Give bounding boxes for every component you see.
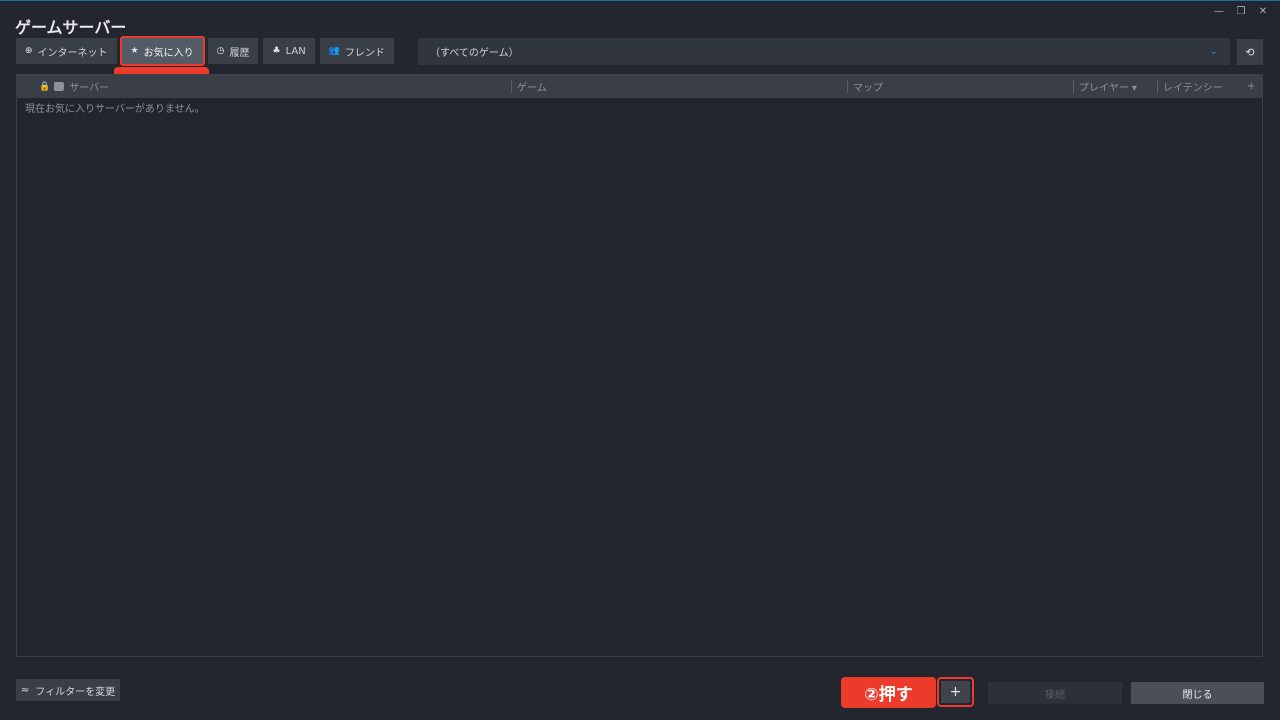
- refresh-button[interactable]: ⟲: [1237, 39, 1263, 65]
- game-filter-value: （すべてのゲーム）: [430, 48, 519, 59]
- add-server-highlight: +: [937, 677, 974, 707]
- tab-lan-label: LAN: [285, 45, 306, 57]
- column-map-label: マップ: [853, 83, 883, 94]
- tab-friends-label: フレンド: [344, 47, 385, 59]
- tab-lan[interactable]: ♣ LAN: [263, 38, 315, 64]
- server-table: 🔒 サーバー ゲーム マップ プレイヤー ▾ レイテンシー + 現在お気に入りサ…: [16, 74, 1263, 657]
- tab-history[interactable]: ◷ 履歴: [207, 38, 259, 64]
- lan-icon: ♣: [272, 46, 281, 56]
- game-filter-dropdown[interactable]: （すべてのゲーム） ⌄: [418, 38, 1230, 65]
- globe-icon: ⊕: [25, 46, 33, 56]
- tab-friends[interactable]: 👥 フレンド: [319, 38, 394, 64]
- chevrons-up-icon: ≈: [20, 684, 30, 696]
- add-column-button[interactable]: +: [1247, 75, 1255, 98]
- add-server-button[interactable]: +: [941, 681, 970, 703]
- column-server[interactable]: 🔒 サーバー: [39, 75, 109, 98]
- column-players-label: プレイヤー ▾: [1079, 83, 1137, 94]
- column-divider: [1157, 80, 1158, 93]
- column-game[interactable]: ゲーム: [517, 75, 547, 98]
- annotation-step2: ②押す: [841, 677, 936, 708]
- column-players[interactable]: プレイヤー ▾: [1079, 75, 1137, 98]
- tab-internet[interactable]: ⊕ インターネット: [16, 38, 117, 64]
- change-filter-label: フィルターを変更: [35, 686, 116, 698]
- tab-favorites[interactable]: ★ お気に入り: [121, 38, 203, 64]
- lock-icon: 🔒: [39, 81, 51, 92]
- vac-badge-icon: [54, 82, 65, 91]
- column-divider: [511, 80, 512, 93]
- window-controls: — ❐ ✕: [1208, 4, 1274, 18]
- window-title: ゲームサーバー: [15, 18, 127, 37]
- column-game-label: ゲーム: [517, 83, 547, 94]
- star-icon: ★: [130, 46, 139, 56]
- tab-history-label: 履歴: [229, 47, 250, 59]
- minimize-icon[interactable]: —: [1208, 4, 1230, 18]
- tab-internet-label: インターネット: [37, 47, 108, 59]
- tab-favorites-highlight: ★ お気に入り: [119, 36, 205, 66]
- column-divider: [1073, 80, 1074, 93]
- close-button[interactable]: 閉じる: [1131, 682, 1264, 704]
- empty-message: 現在お気に入りサーバーがありません。: [25, 104, 205, 115]
- connect-button[interactable]: 接続: [988, 682, 1122, 704]
- column-latency[interactable]: レイテンシー: [1163, 75, 1223, 98]
- column-latency-label: レイテンシー: [1163, 83, 1223, 94]
- server-tabs: ⊕ インターネット ★ お気に入り ◷ 履歴 ♣ LAN 👥 フレンド: [16, 36, 394, 66]
- restore-icon[interactable]: ❐: [1230, 4, 1252, 18]
- window-top-border: [0, 0, 1280, 1]
- change-filter-button[interactable]: ≈ フィルターを変更: [16, 679, 120, 701]
- column-server-label: サーバー: [69, 83, 110, 94]
- tab-favorites-label: お気に入り: [143, 47, 194, 59]
- column-divider: [847, 80, 848, 93]
- close-icon[interactable]: ✕: [1252, 4, 1274, 18]
- plus-icon: +: [1247, 81, 1256, 92]
- refresh-icon: ⟲: [1245, 45, 1255, 59]
- clock-icon: ◷: [216, 46, 225, 56]
- friends-icon: 👥: [328, 46, 340, 56]
- column-map[interactable]: マップ: [853, 75, 883, 98]
- chevron-down-icon: ⌄: [1209, 46, 1218, 57]
- table-header: 🔒 サーバー ゲーム マップ プレイヤー ▾ レイテンシー +: [17, 75, 1262, 98]
